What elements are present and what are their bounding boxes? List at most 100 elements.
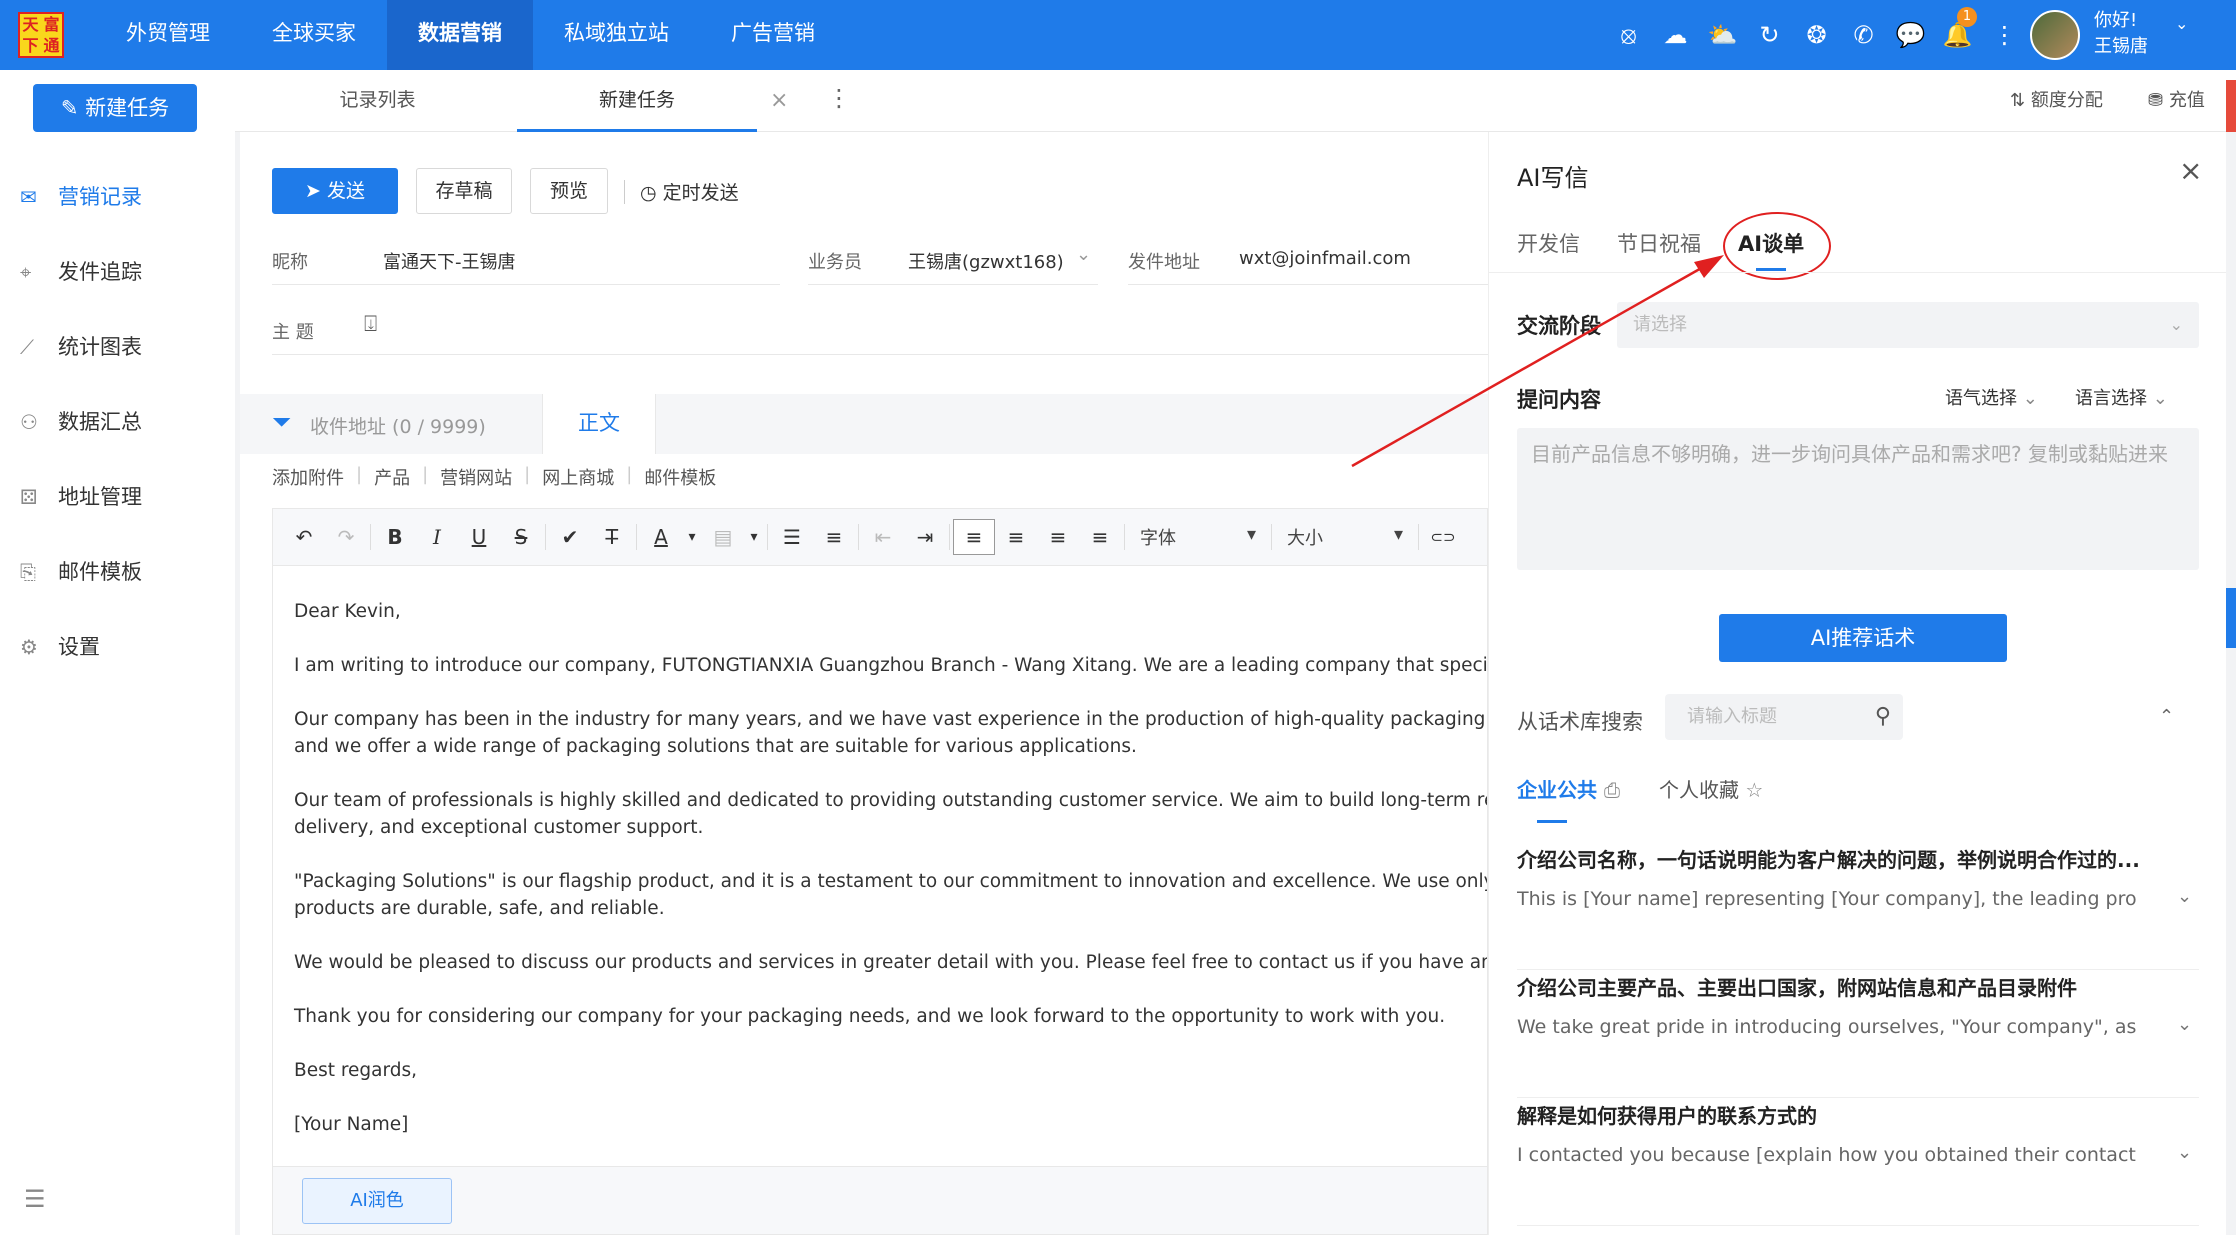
subject-input-line[interactable]	[272, 354, 1488, 355]
tab-development-letter[interactable]: 开发信	[1517, 228, 1580, 258]
sidebar-item-data-summary[interactable]: ⚇ 数据汇总	[0, 385, 235, 460]
filter-icon[interactable]: ⏷	[272, 408, 291, 436]
send-button[interactable]: ➤ 发送	[272, 168, 398, 214]
tab-enterprise-public[interactable]: 企业公共 ⎙	[1517, 774, 1620, 803]
tab-body[interactable]: 正文	[542, 394, 656, 454]
avatar[interactable]	[2030, 10, 2080, 60]
script-search-input[interactable]: 请输入标题 ⚲	[1665, 694, 1903, 740]
tab-new-task[interactable]: 新建任务	[517, 70, 757, 132]
email-body-editor[interactable]: Dear Kevin, I am writing to introduce ou…	[272, 566, 1488, 1166]
sidebar-item-address[interactable]: ⚄ 地址管理	[0, 460, 235, 535]
product-link[interactable]: 产品	[374, 464, 410, 490]
marketing-site-link[interactable]: 营销网站	[440, 464, 512, 490]
strikethrough-icon[interactable]: S	[500, 525, 542, 549]
justify-icon[interactable]: ≡	[1079, 525, 1121, 549]
script-item[interactable]: 介绍公司名称，一句话说明能为客户解决的问题，举例说明合作过的... This i…	[1517, 844, 2199, 970]
user-info[interactable]: 你好! 王锡唐	[2094, 8, 2148, 60]
nav-foreign-trade[interactable]: 外贸管理	[95, 0, 241, 70]
font-family-select[interactable]: 字体 ▾	[1128, 524, 1268, 550]
nickname-field[interactable]: 富通天下-王锡唐	[383, 248, 516, 274]
close-icon[interactable]: ×	[2179, 154, 2202, 187]
tab-personal-favorites[interactable]: 个人收藏 ☆	[1659, 774, 1763, 803]
chevron-up-icon[interactable]: ⌃	[2159, 706, 2174, 727]
link-icon[interactable]: ⊂⊃	[1422, 528, 1464, 546]
fire-icon[interactable]: ❂	[1793, 21, 1840, 49]
unordered-list-icon[interactable]: ≡	[813, 525, 855, 549]
save-draft-button[interactable]: 存草稿	[416, 168, 512, 214]
language-select[interactable]: 语言选择 ⌄	[2075, 384, 2168, 410]
sidebar-item-marketing-records[interactable]: ✉ 营销记录	[0, 160, 235, 235]
chevron-double-down-icon[interactable]: ⌄	[2177, 886, 2192, 907]
chevron-down-icon[interactable]: ⌄	[1076, 244, 1091, 265]
font-size-select[interactable]: 大小 ▾	[1275, 524, 1415, 550]
stage-select[interactable]: 请选择 ⌄	[1617, 302, 2199, 348]
ai-recommend-button[interactable]: AI推荐话术	[1719, 614, 2007, 662]
align-center-icon[interactable]: ≡	[995, 525, 1037, 549]
cloud-sync-icon[interactable]: ⛅	[1699, 21, 1746, 49]
add-attachment-link[interactable]: 添加附件	[272, 464, 344, 490]
redo-icon[interactable]: ↷	[325, 525, 367, 549]
side-handle[interactable]	[2226, 588, 2236, 648]
background-color-icon[interactable]: ▤	[702, 525, 744, 549]
email-template-link[interactable]: 邮件模板	[644, 464, 716, 490]
chevron-down-icon[interactable]: ▾	[744, 529, 764, 545]
ordered-list-icon[interactable]: ☰	[771, 525, 813, 549]
sender-address-field[interactable]: wxt@joinfmail.com	[1239, 248, 1411, 269]
script-item[interactable]: 解释是如何获得用户的联系方式的 I contacted you because …	[1517, 1100, 2199, 1226]
format-painter-icon[interactable]: ✔	[549, 525, 591, 549]
question-textarea[interactable]: 目前产品信息不够明确，进一步询问具体产品和需求吧? 复制或黏贴进来	[1517, 428, 2199, 570]
underline-icon[interactable]: U	[458, 525, 500, 549]
mail-icon: ✉	[20, 185, 37, 209]
logo-char: 通	[43, 36, 60, 55]
italic-icon[interactable]: I	[416, 525, 458, 549]
nav-data-marketing[interactable]: 数据营销	[387, 0, 533, 70]
script-item[interactable]: 介绍公司主要产品、主要出口国家，附网站信息和产品目录附件 We take gre…	[1517, 972, 2199, 1098]
recipient-address-field[interactable]: 收件地址 (0 / 9999)	[310, 412, 486, 439]
outdent-icon[interactable]: ⇤	[862, 525, 904, 549]
new-task-button[interactable]: ✎ 新建任务	[33, 84, 197, 132]
more-vertical-icon[interactable]: ⋮	[827, 84, 851, 112]
tone-select[interactable]: 语气选择 ⌄	[1945, 384, 2038, 410]
cloud-icon[interactable]: ☁	[1652, 21, 1699, 49]
notification-badge: 1	[1957, 7, 1977, 27]
openai-icon[interactable]: ⦻	[1605, 21, 1652, 49]
sidebar-item-templates[interactable]: ⎘ 邮件模板	[0, 535, 235, 610]
quota-allocation-link[interactable]: ⇅ 额度分配	[2010, 86, 2103, 112]
chevron-double-down-icon[interactable]: ⌄	[2177, 1142, 2192, 1163]
indent-icon[interactable]: ⇥	[904, 525, 946, 549]
ai-polish-button[interactable]: AI润色	[302, 1178, 452, 1224]
phone-icon[interactable]: ✆	[1840, 21, 1887, 49]
preview-button[interactable]: 预览	[530, 168, 608, 214]
nav-global-buyers[interactable]: 全球买家	[241, 0, 387, 70]
company-logo[interactable]: 天 富 下 通	[18, 12, 64, 58]
sidebar-item-statistics[interactable]: ⟋ 统计图表	[0, 310, 235, 385]
chevron-double-down-icon[interactable]: ⌄	[2177, 1014, 2192, 1035]
tab-records[interactable]: 记录列表	[235, 70, 520, 132]
sidebar-item-settings[interactable]: ⚙ 设置	[0, 610, 235, 685]
recharge-link[interactable]: ⛃ 充值	[2148, 86, 2205, 112]
nav-ad-marketing[interactable]: 广告营销	[700, 0, 846, 70]
clear-format-icon[interactable]: T̶	[591, 525, 633, 549]
search-icon[interactable]: ⚲	[1875, 694, 1891, 740]
bell-icon[interactable]: 🔔 1	[1934, 7, 1981, 49]
chevron-down-icon[interactable]: ⌄	[2175, 14, 2188, 33]
more-vertical-icon[interactable]: ⋮	[1981, 21, 2028, 49]
import-icon[interactable]: ⍗	[364, 312, 377, 337]
salesperson-select[interactable]: 王锡唐(gzwxt168)	[908, 248, 1064, 274]
online-store-link[interactable]: 网上商城	[542, 464, 614, 490]
rotate-icon[interactable]: ↻	[1746, 21, 1793, 49]
tab-holiday-greetings[interactable]: 节日祝福	[1617, 228, 1701, 258]
menu-icon[interactable]: ☰	[24, 1185, 46, 1213]
bold-icon[interactable]: B	[374, 525, 416, 549]
font-color-icon[interactable]: A	[640, 525, 682, 549]
chevron-down-icon[interactable]: ▾	[682, 529, 702, 545]
align-left-icon[interactable]: ≡	[953, 519, 995, 555]
sidebar-item-send-tracking[interactable]: ⌖ 发件追踪	[0, 235, 235, 310]
undo-icon[interactable]: ↶	[283, 525, 325, 549]
side-handle[interactable]	[2226, 80, 2236, 132]
close-icon[interactable]: ×	[770, 88, 788, 113]
align-right-icon[interactable]: ≡	[1037, 525, 1079, 549]
nav-private-site[interactable]: 私域独立站	[533, 0, 700, 70]
chat-icon[interactable]: 💬	[1887, 21, 1934, 49]
schedule-send-button[interactable]: ◷ 定时发送	[640, 178, 739, 205]
